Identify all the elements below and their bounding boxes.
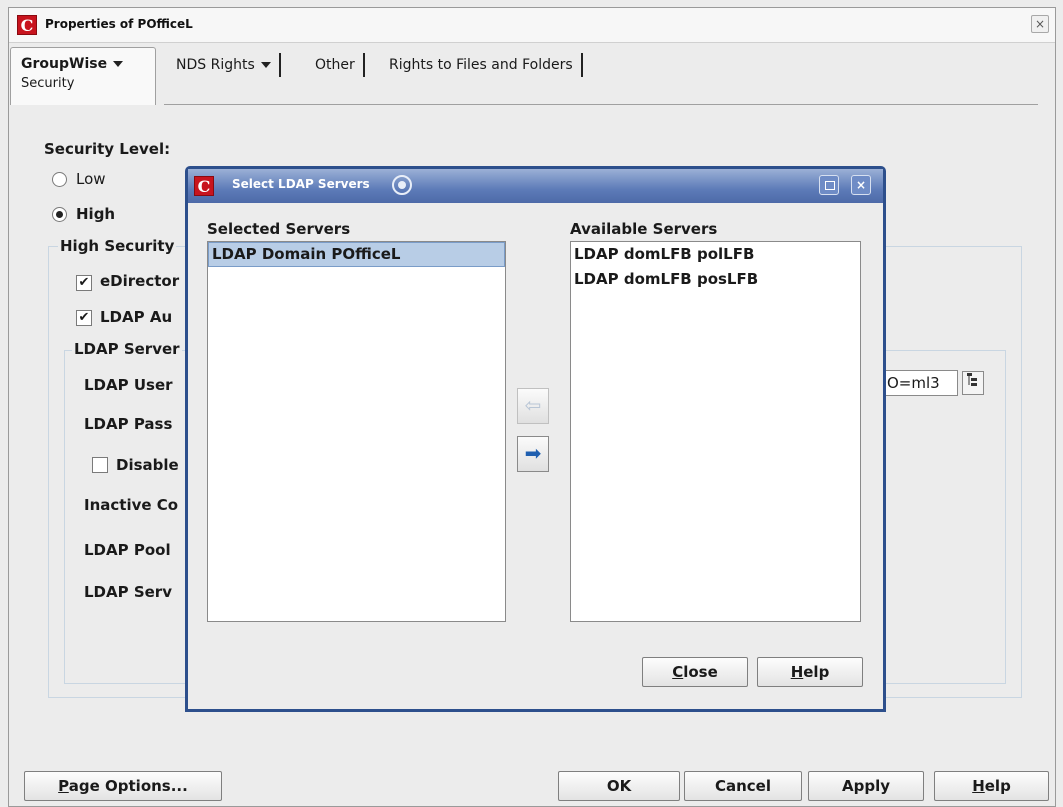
apply-button[interactable]: Apply (808, 771, 924, 801)
low-radio[interactable] (52, 172, 67, 187)
ldap-servers-group-label: LDAP Server (72, 340, 182, 358)
ldap-server-label: LDAP Serv (84, 583, 172, 601)
dialog-close-button[interactable]: × (851, 175, 871, 195)
selected-servers-list[interactable]: LDAP Domain POfficeL (207, 241, 506, 622)
selected-servers-header: Selected Servers (207, 220, 351, 238)
ldap-user-label: LDAP User (84, 376, 173, 394)
disable-label: Disable (116, 456, 179, 474)
low-radio-label: Low (76, 170, 106, 188)
tab-other-label: Other (315, 57, 355, 73)
ldap-auth-checkbox[interactable]: ✔ (76, 310, 92, 326)
close-label: lose (683, 663, 718, 681)
window-titlebar: C Properties of POfficeL × (9, 8, 1055, 43)
disable-checkbox[interactable] (92, 457, 108, 473)
browse-tree-icon[interactable] (962, 371, 984, 395)
edirectory-label: eDirector (100, 272, 180, 290)
dialog-identity-icon (392, 175, 412, 195)
ldap-pool-label: LDAP Pool (84, 541, 171, 559)
window-title: Properties of POfficeL (45, 17, 193, 31)
window-close-button[interactable]: × (1031, 15, 1049, 33)
dialog-help-button[interactable]: Help (757, 657, 863, 687)
chevron-down-icon (113, 61, 124, 67)
ldap-user-field[interactable]: O=ml3 (884, 370, 958, 396)
browse-tree-svg (967, 373, 977, 386)
dialog-title: Select LDAP Servers (232, 177, 370, 191)
help-label: elp (984, 777, 1011, 795)
edirectory-checkbox[interactable]: ✔ (76, 275, 92, 291)
dialog-logo-icon: C (194, 176, 214, 196)
tab-groupwise-label: GroupWise (21, 56, 108, 72)
high-security-group-label: High Security (58, 237, 177, 255)
select-ldap-servers-dialog: C Select LDAP Servers × Selected Servers… (185, 166, 886, 712)
list-item[interactable]: LDAP domLFB polLFB (571, 242, 860, 267)
inactive-label: Inactive Co (84, 496, 179, 514)
app-logo-icon: C (17, 15, 37, 35)
ok-button[interactable]: OK (558, 771, 680, 801)
move-left-arrow-icon[interactable]: ⇦ (517, 388, 549, 424)
tab-other[interactable]: Other (315, 53, 365, 77)
list-item[interactable]: LDAP domLFB posLFB (571, 267, 860, 292)
tab-groupwise-subpage: Security (21, 76, 75, 91)
tab-nds-rights-label: NDS Rights (176, 57, 255, 73)
high-radio[interactable] (52, 207, 67, 222)
tab-rights-files-label: Rights to Files and Folders (389, 57, 573, 73)
help-mnemonic: H (972, 777, 985, 795)
close-mnemonic: C (672, 663, 684, 681)
ldap-pass-label: LDAP Pass (84, 415, 173, 433)
dialog-help-mnemonic: H (790, 663, 804, 681)
available-servers-list[interactable]: LDAP domLFB polLFB LDAP domLFB posLFB (570, 241, 861, 622)
tab-rights-files[interactable]: Rights to Files and Folders (389, 53, 583, 77)
tab-divider (164, 104, 1038, 105)
dialog-titlebar: C Select LDAP Servers × (188, 169, 883, 203)
available-servers-header: Available Servers (570, 220, 718, 238)
ldap-auth-label: LDAP Au (100, 308, 173, 326)
help-button[interactable]: Help (934, 771, 1049, 801)
page-options-button[interactable]: Page Options... (24, 771, 222, 801)
dialog-close-text-button[interactable]: Close (642, 657, 748, 687)
tab-nds-rights[interactable]: NDS Rights (176, 53, 281, 77)
high-radio-label: High (76, 205, 116, 223)
dialog-maximize-button[interactable] (819, 175, 839, 195)
cancel-button[interactable]: Cancel (684, 771, 802, 801)
chevron-down-icon (260, 62, 271, 68)
page-options-mnemonic: P (58, 777, 69, 795)
security-level-label: Security Level: (44, 140, 171, 158)
list-item[interactable]: LDAP Domain POfficeL (208, 242, 505, 267)
page-options-label: age Options... (68, 777, 188, 795)
dialog-help-label: elp (803, 663, 830, 681)
move-right-arrow-icon[interactable]: ➡ (517, 436, 549, 472)
tab-groupwise[interactable]: GroupWise Security (10, 47, 156, 105)
